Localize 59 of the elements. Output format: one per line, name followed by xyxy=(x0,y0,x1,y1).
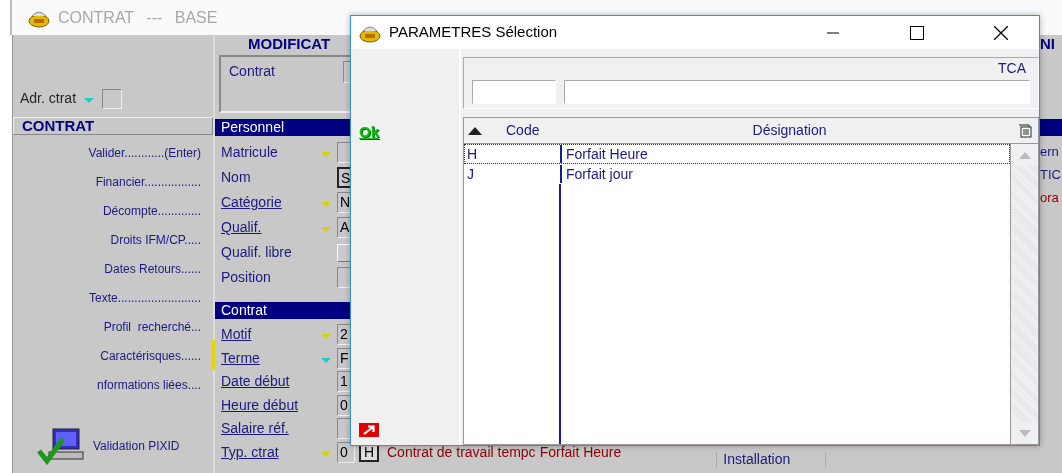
field-value: TIC xyxy=(1040,166,1062,184)
field-link[interactable]: Motif xyxy=(221,324,321,346)
menu-link[interactable]: Décompte............. xyxy=(102,201,201,230)
menu-link[interactable]: nformations liées.... xyxy=(96,375,201,404)
table-cell: H xyxy=(465,145,562,163)
table-cell: Installation xyxy=(716,452,827,468)
maximize-icon xyxy=(910,25,924,40)
field-value: Forfait Heure xyxy=(539,442,622,462)
section-heading: NI xyxy=(1040,35,1056,54)
scroll-up-icon[interactable] xyxy=(1018,151,1031,159)
dialog-title: PARAMETRES Sélection xyxy=(389,22,558,43)
scroll-down-icon[interactable] xyxy=(1018,429,1031,437)
table-cell-text: Forfait Heure xyxy=(565,145,648,163)
input-field[interactable] xyxy=(564,80,1030,104)
field-value: ern xyxy=(1040,143,1060,161)
menu-link[interactable]: Valider............(Enter) xyxy=(88,143,201,172)
menu-link[interactable]: Caractérisques...... xyxy=(100,346,201,375)
sort-icon[interactable] xyxy=(468,126,482,135)
field-link[interactable]: Terme xyxy=(221,347,321,369)
validation-link[interactable]: Validation PIXID xyxy=(93,437,180,455)
table-row[interactable]: J Forfait jour xyxy=(464,164,1010,184)
field-label: Matricule xyxy=(221,143,279,162)
field-label: Qualif. libre xyxy=(221,243,293,262)
focus-bar xyxy=(212,340,215,370)
field-link[interactable]: Heure début xyxy=(221,394,321,416)
input-field[interactable]: 0 xyxy=(337,441,355,463)
scrollbar[interactable] xyxy=(1010,144,1038,444)
window-title: CONTRAT --- BASE xyxy=(58,7,218,28)
field-link[interactable]: Date début xyxy=(221,371,321,393)
table-cell: J xyxy=(465,165,562,183)
input-field[interactable] xyxy=(102,89,123,109)
menu-link[interactable]: Profil recherché... xyxy=(103,317,201,346)
filter-label: TCA xyxy=(997,59,1027,78)
menu-link[interactable]: Texte......................... xyxy=(88,288,201,317)
field-label: Position xyxy=(221,268,272,287)
field-label: Adr. ctrat xyxy=(20,89,77,108)
field-link[interactable]: Qualif. xyxy=(221,217,321,238)
computer-check-icon xyxy=(37,427,85,465)
menu-link[interactable]: Dates Retours...... xyxy=(104,259,201,288)
menu-link[interactable]: Droits IFM/CP..... xyxy=(110,230,201,259)
field-link[interactable]: Salaire réf. xyxy=(221,418,321,440)
table-cell-text: Forfait jour xyxy=(565,165,633,183)
field-link[interactable]: Typ. ctrat xyxy=(221,441,321,463)
field-label: Contrat xyxy=(229,62,275,81)
input-field[interactable] xyxy=(472,80,556,104)
field-value: ora xyxy=(1040,189,1060,207)
field-link[interactable]: Catégorie xyxy=(221,192,321,213)
table-row[interactable]: H Forfait Heure xyxy=(464,144,1010,164)
dropdown-arrow-icon[interactable] xyxy=(84,98,95,103)
section-heading: MODIFICAT xyxy=(247,35,332,54)
close-icon xyxy=(994,25,1008,40)
small-button[interactable] xyxy=(337,243,351,262)
menu-link[interactable]: Financier................. xyxy=(95,172,201,201)
field-value: Contrat de travail tempc xyxy=(387,442,536,462)
dropdown-arrow-icon[interactable] xyxy=(321,357,331,363)
section-header: CONTRAT xyxy=(13,117,213,135)
section-bar xyxy=(1040,119,1062,136)
column-chooser-icon[interactable] xyxy=(1018,123,1032,138)
field-label: Nom xyxy=(221,168,252,187)
